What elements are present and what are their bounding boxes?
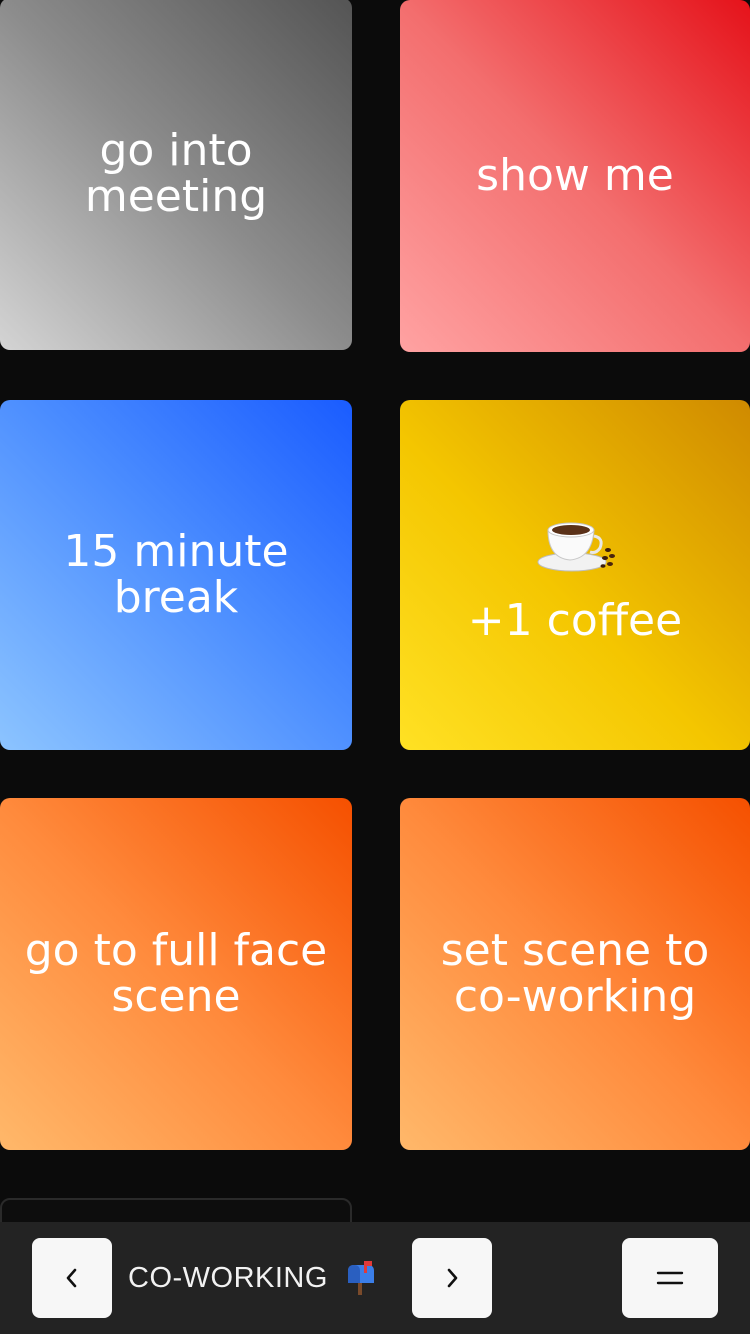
tile-show-me[interactable]: show me [400, 0, 750, 352]
tile-go-to-full-face-scene[interactable]: go to full face scene [0, 798, 352, 1150]
tile-label: go to full face scene [24, 925, 328, 1022]
coffee-cup-icon [537, 522, 615, 572]
screen: go into meeting show me 15 minute break … [0, 0, 750, 1334]
chevron-right-icon [447, 1268, 458, 1288]
tile-15-minute-break[interactable]: 15 minute break [0, 400, 352, 750]
menu-icon [656, 1271, 684, 1285]
tile-label: +1 coffee [467, 595, 683, 646]
current-scene-label: CO-WORKING [128, 1258, 376, 1298]
bottom-bar: CO-WORKING [0, 1222, 750, 1334]
tile-go-into-meeting[interactable]: go into meeting [0, 0, 352, 350]
mailbox-icon [347, 1261, 374, 1295]
tile-label: set scene to co-working [440, 925, 710, 1022]
tile-set-scene-to-co-working[interactable]: set scene to co-working [400, 798, 750, 1150]
scene-name: CO-WORKING [128, 1261, 328, 1294]
menu-button[interactable] [622, 1238, 718, 1318]
next-scene-button[interactable] [412, 1238, 492, 1318]
tile-label: show me [476, 150, 674, 201]
tile-plus-one-coffee[interactable]: +1 coffee [400, 400, 750, 750]
tile-label: go into meeting [84, 125, 268, 222]
previous-scene-button[interactable] [32, 1238, 112, 1318]
chevron-left-icon [66, 1268, 77, 1288]
tile-label: 15 minute break [63, 526, 289, 623]
